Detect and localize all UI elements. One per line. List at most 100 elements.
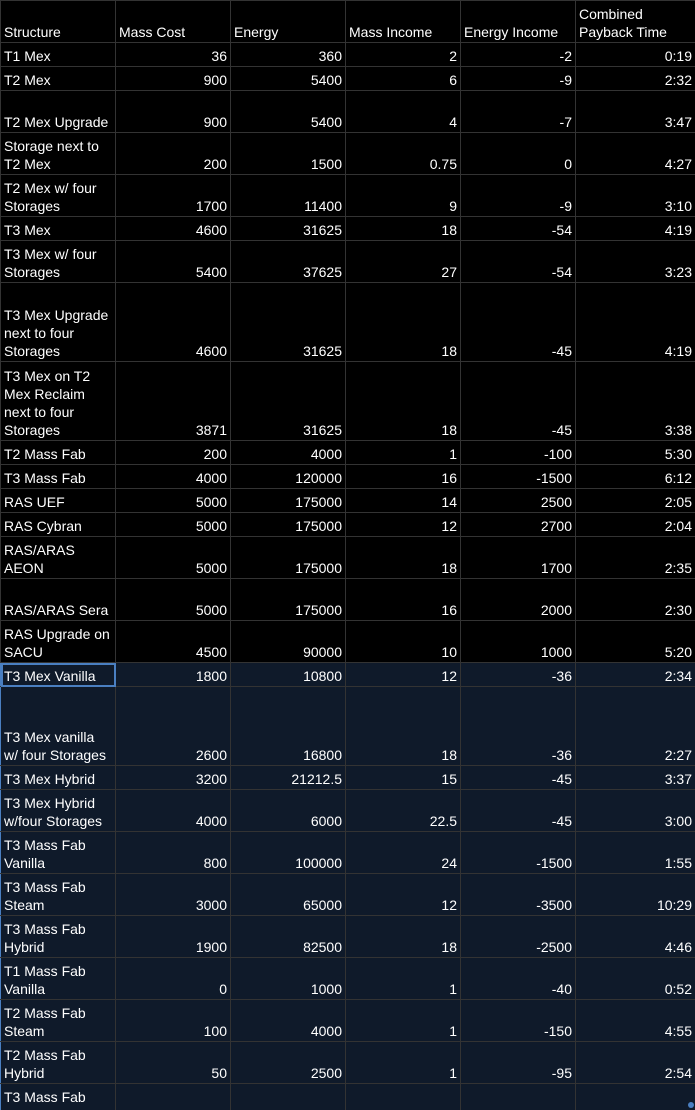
- cell-structure-active[interactable]: T3 Mex Vanilla: [0, 662, 116, 687]
- cell-mass-cost[interactable]: 4500: [115, 620, 231, 663]
- cell-energy[interactable]: 1000: [230, 957, 346, 1000]
- cell-energy-income[interactable]: -54: [460, 240, 576, 283]
- cell-structure[interactable]: RAS/ARAS Sera: [0, 578, 116, 621]
- cell-energy[interactable]: 175000: [230, 578, 346, 621]
- cell-payback-time[interactable]: 5:20: [575, 620, 695, 663]
- cell-structure[interactable]: T3 Mass Fab Proposal: [0, 1083, 116, 1110]
- cell-energy[interactable]: 120000: [230, 464, 346, 489]
- cell-energy[interactable]: 1500: [230, 132, 346, 175]
- cell-structure[interactable]: T2 Mex: [0, 66, 116, 91]
- cell-energy-income[interactable]: -2: [460, 42, 576, 67]
- cell-energy-income[interactable]: -1500: [460, 464, 576, 489]
- selection-fill-handle[interactable]: [688, 1102, 694, 1108]
- cell-mass-cost[interactable]: 5000: [115, 536, 231, 579]
- cell-structure[interactable]: T3 Mex Upgrade next to four Storages: [0, 282, 116, 362]
- cell-mass-income[interactable]: 1: [345, 1041, 461, 1084]
- cell-mass-cost[interactable]: 900: [115, 66, 231, 91]
- cell-mass-income[interactable]: 14: [345, 488, 461, 513]
- cell-payback-time[interactable]: 4:27: [575, 132, 695, 175]
- cell-energy-income[interactable]: -40: [460, 957, 576, 1000]
- cell-energy-income[interactable]: -45: [460, 789, 576, 832]
- cell-energy[interactable]: 175000: [230, 536, 346, 579]
- cell-structure[interactable]: T2 Mass Fab: [0, 440, 116, 465]
- cell-payback-time[interactable]: 2:27: [575, 686, 695, 766]
- cell-payback-time[interactable]: 10:29: [575, 873, 695, 916]
- cell-payback-time[interactable]: 5:31: [575, 1083, 695, 1110]
- cell-mass-income[interactable]: 18: [345, 216, 461, 241]
- cell-energy[interactable]: 31625: [230, 216, 346, 241]
- cell-energy-income[interactable]: -95: [460, 1041, 576, 1084]
- cell-mass-income[interactable]: 16: [345, 578, 461, 621]
- header-mass-income[interactable]: Mass Income: [345, 0, 461, 43]
- cell-mass-income[interactable]: 15: [345, 765, 461, 790]
- cell-structure[interactable]: T2 Mex Upgrade: [0, 90, 116, 133]
- cell-mass-cost[interactable]: 0: [115, 957, 231, 1000]
- header-energy[interactable]: Energy: [230, 0, 346, 43]
- cell-mass-cost[interactable]: 200: [115, 440, 231, 465]
- cell-mass-income[interactable]: 10: [345, 620, 461, 663]
- cell-energy-income[interactable]: 2500: [460, 488, 576, 513]
- cell-payback-time[interactable]: 3:00: [575, 789, 695, 832]
- cell-payback-time[interactable]: 1:55: [575, 831, 695, 874]
- cell-structure[interactable]: RAS Upgrade on SACU: [0, 620, 116, 663]
- cell-mass-cost[interactable]: 4600: [115, 282, 231, 362]
- cell-energy-income[interactable]: -3500: [460, 873, 576, 916]
- cell-energy-income[interactable]: -45: [460, 282, 576, 362]
- cell-structure[interactable]: T3 Mass Fab Vanilla: [0, 831, 116, 874]
- cell-structure[interactable]: T3 Mex Hybrid w/four Storages: [0, 789, 116, 832]
- cell-energy-income[interactable]: -7: [460, 90, 576, 133]
- cell-mass-cost[interactable]: 5000: [115, 512, 231, 537]
- cell-payback-time[interactable]: 3:38: [575, 361, 695, 441]
- cell-mass-cost[interactable]: 900: [115, 90, 231, 133]
- cell-energy[interactable]: 31625: [230, 361, 346, 441]
- cell-mass-income[interactable]: 12: [345, 873, 461, 916]
- cell-energy[interactable]: 4000: [230, 440, 346, 465]
- cell-energy[interactable]: 11400: [230, 174, 346, 217]
- cell-mass-cost[interactable]: 36: [115, 42, 231, 67]
- header-mass-cost[interactable]: Mass Cost: [115, 0, 231, 43]
- cell-mass-income[interactable]: 18: [345, 536, 461, 579]
- cell-payback-time[interactable]: 2:30: [575, 578, 695, 621]
- cell-mass-cost[interactable]: 4000: [115, 1083, 231, 1110]
- cell-mass-income[interactable]: 1: [345, 440, 461, 465]
- cell-mass-cost[interactable]: 800: [115, 831, 231, 874]
- cell-mass-income[interactable]: 12: [345, 662, 461, 687]
- cell-energy[interactable]: 21212.5: [230, 765, 346, 790]
- cell-mass-cost[interactable]: 200: [115, 132, 231, 175]
- cell-mass-income[interactable]: 18: [345, 1083, 461, 1110]
- cell-energy-income[interactable]: 0: [460, 132, 576, 175]
- cell-payback-time[interactable]: 4:19: [575, 282, 695, 362]
- cell-payback-time[interactable]: 2:32: [575, 66, 695, 91]
- cell-energy-income[interactable]: -54: [460, 216, 576, 241]
- cell-structure[interactable]: T3 Mex: [0, 216, 116, 241]
- cell-mass-income[interactable]: 9: [345, 174, 461, 217]
- cell-mass-cost[interactable]: 5400: [115, 240, 231, 283]
- cell-mass-income[interactable]: 1: [345, 957, 461, 1000]
- cell-mass-cost[interactable]: 1700: [115, 174, 231, 217]
- cell-mass-cost[interactable]: 5000: [115, 578, 231, 621]
- cell-energy[interactable]: 175000: [230, 488, 346, 513]
- cell-mass-income[interactable]: 18: [345, 361, 461, 441]
- cell-energy-income[interactable]: -45: [460, 361, 576, 441]
- cell-mass-income[interactable]: 18: [345, 915, 461, 958]
- cell-energy-income[interactable]: 1000: [460, 620, 576, 663]
- cell-energy-income[interactable]: 1700: [460, 536, 576, 579]
- cell-energy[interactable]: 37625: [230, 240, 346, 283]
- cell-mass-cost[interactable]: 5000: [115, 488, 231, 513]
- cell-mass-cost[interactable]: 50: [115, 1041, 231, 1084]
- cell-energy[interactable]: 10800: [230, 662, 346, 687]
- cell-energy[interactable]: 6000: [230, 789, 346, 832]
- cell-mass-income[interactable]: 18: [345, 282, 461, 362]
- cell-mass-income[interactable]: 16: [345, 464, 461, 489]
- cell-energy-income[interactable]: 2700: [460, 512, 576, 537]
- cell-mass-income[interactable]: 2: [345, 42, 461, 67]
- cell-mass-cost[interactable]: 2600: [115, 686, 231, 766]
- cell-mass-income[interactable]: 22.5: [345, 789, 461, 832]
- cell-energy[interactable]: 31625: [230, 282, 346, 362]
- cell-mass-income[interactable]: 6: [345, 66, 461, 91]
- header-energy-income[interactable]: Energy Income: [460, 0, 576, 43]
- cell-structure[interactable]: Storage next to T2 Mex: [0, 132, 116, 175]
- cell-payback-time[interactable]: 2:05: [575, 488, 695, 513]
- cell-mass-income[interactable]: 12: [345, 512, 461, 537]
- cell-structure[interactable]: T2 Mex w/ four Storages: [0, 174, 116, 217]
